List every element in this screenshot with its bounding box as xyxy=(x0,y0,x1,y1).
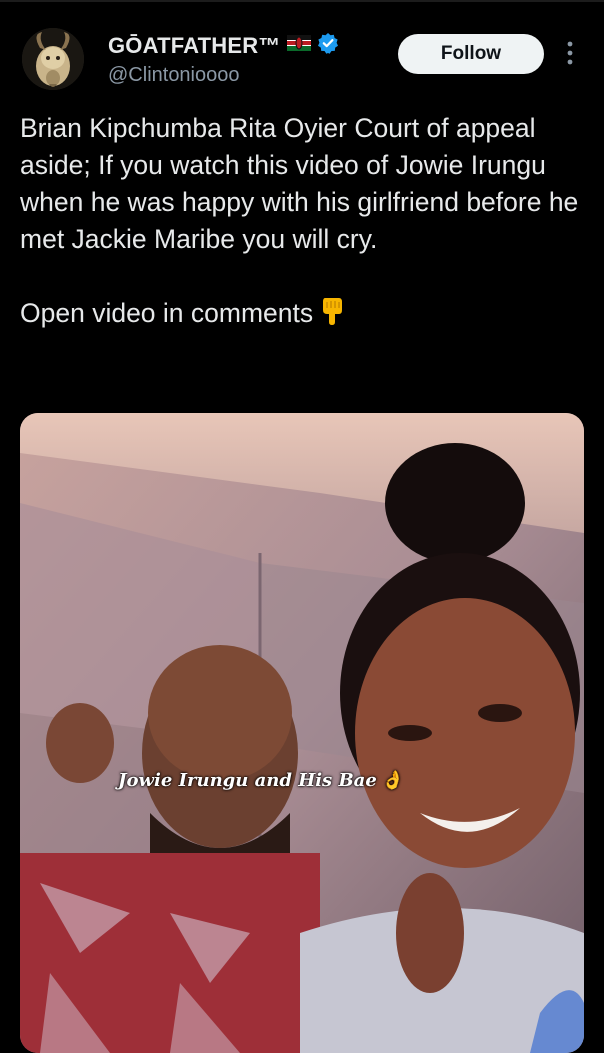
tweet-paragraph: Brian Kipchumba Rita Oyier Court of appe… xyxy=(20,113,579,254)
top-divider xyxy=(0,0,604,2)
author-handle[interactable]: @Clintonioooo xyxy=(108,64,240,87)
video-thumbnail[interactable]: Jowie Irungu and His Bae 👌 xyxy=(20,413,584,1053)
tweet-text: Brian Kipchumba Rita Oyier Court of appe… xyxy=(20,110,590,336)
pointing-down-icon xyxy=(319,296,345,336)
verified-badge-icon xyxy=(317,32,339,59)
video-caption: Jowie Irungu and His Bae 👌 xyxy=(118,770,403,791)
follow-button[interactable]: Follow xyxy=(398,34,544,74)
goat-avatar-icon xyxy=(22,28,84,90)
author-avatar[interactable] xyxy=(22,28,84,90)
author-name-row: GŌATFATHER™ xyxy=(108,32,339,59)
video-frame-image xyxy=(20,413,584,1053)
tweet-paragraph-comments: Open video in comments xyxy=(20,295,590,336)
tweet-header: GŌATFATHER™ @Clintonioooo Follow xyxy=(0,24,604,94)
open-video-text: Open video in comments xyxy=(20,298,314,328)
more-vertical-icon[interactable] xyxy=(562,38,578,68)
kenya-flag-icon xyxy=(286,35,311,56)
ok-hand-icon: 👌 xyxy=(380,770,404,791)
author-display-name[interactable]: GŌATFATHER™ xyxy=(108,33,281,59)
video-caption-text: Jowie Irungu and His Bae xyxy=(118,770,377,791)
